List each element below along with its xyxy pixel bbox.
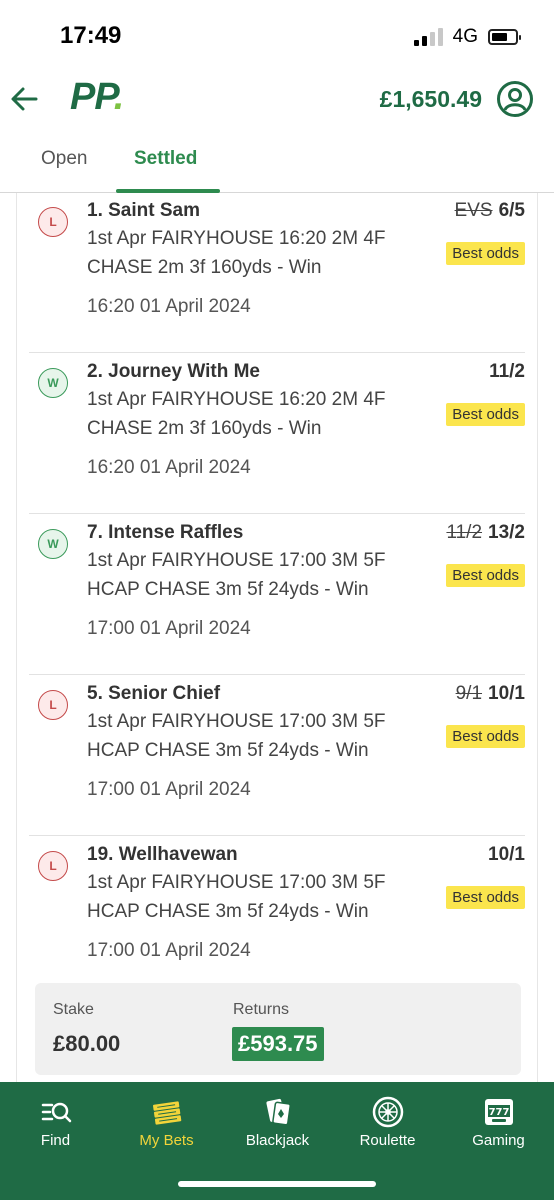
selection-odds: EVS 6/5 (455, 200, 525, 222)
result-badge-lost: L (38, 851, 68, 881)
stake-label: Stake (53, 1001, 94, 1018)
selection-name: 1. Saint Sam (87, 200, 200, 221)
selection-market: HCAP CHASE 3m 5f 24yds - Win (87, 579, 369, 600)
result-badge-lost: L (38, 690, 68, 720)
result-badge-lost: L (38, 207, 68, 237)
nav-label: Find (40, 1132, 71, 1149)
account-button[interactable] (496, 80, 534, 118)
app-header: PP. £1,650.49 (0, 70, 554, 132)
selection-time: 16:20 01 April 2024 (87, 296, 251, 317)
bet-selection: L 19. Wellhavewan 1st Apr FAIRYHOUSE 17:… (29, 837, 525, 997)
nav-label: Blackjack (245, 1132, 310, 1149)
paddy-power-logo[interactable]: PP. (70, 76, 124, 119)
bet-tabs: Open Settled (0, 136, 554, 193)
result-badge-won: W (38, 529, 68, 559)
arrow-left-icon (11, 87, 38, 111)
selection-event: 1st Apr FAIRYHOUSE 16:20 2M 4F (87, 389, 386, 410)
settled-bet-card: L 1. Saint Sam 1st Apr FAIRYHOUSE 16:20 … (16, 193, 538, 1083)
battery-icon (488, 29, 521, 45)
selection-odds: 10/1 (488, 844, 525, 866)
settled-odds: 10/1 (488, 683, 525, 704)
selection-market: HCAP CHASE 3m 5f 24yds - Win (87, 901, 369, 922)
playing-cards-icon (265, 1098, 291, 1126)
bet-selection: L 1. Saint Sam 1st Apr FAIRYHOUSE 16:20 … (29, 193, 525, 353)
selection-market: CHASE 2m 3f 160yds - Win (87, 418, 322, 439)
selection-time: 16:20 01 April 2024 (87, 457, 251, 478)
signal-strength-icon (413, 28, 443, 46)
status-bar: 17:49 4G (0, 0, 554, 70)
selection-name: 19. Wellhavewan (87, 844, 238, 865)
best-odds-badge: Best odds (446, 886, 525, 909)
roulette-wheel-icon (372, 1096, 403, 1128)
account-balance[interactable]: £1,650.49 (380, 86, 482, 113)
tab-open[interactable]: Open (41, 148, 87, 170)
original-odds: 9/1 (455, 683, 483, 704)
best-odds-badge: Best odds (446, 403, 525, 426)
selection-odds: 11/2 13/2 (446, 522, 525, 544)
slot-machine-icon: 777 (484, 1099, 513, 1125)
status-indicators: 4G (413, 26, 521, 48)
settled-odds: 13/2 (488, 522, 525, 543)
stake-value: £80.00 (53, 1031, 121, 1056)
returns-label: Returns (233, 1001, 290, 1018)
home-indicator (178, 1181, 376, 1187)
selection-event: 1st Apr FAIRYHOUSE 17:00 3M 5F (87, 711, 386, 732)
nav-label: My Bets (139, 1132, 194, 1149)
best-odds-badge: Best odds (446, 242, 525, 265)
best-odds-badge: Best odds (446, 564, 525, 587)
selection-name: 2. Journey With Me (87, 361, 260, 382)
bet-selection: W 2. Journey With Me 1st Apr FAIRYHOUSE … (29, 354, 525, 514)
original-odds: EVS (454, 200, 493, 221)
selection-time: 17:00 01 April 2024 (87, 779, 251, 800)
original-odds: 11/2 (446, 522, 483, 543)
selection-name: 5. Senior Chief (87, 683, 221, 704)
bet-selection: L 5. Senior Chief 1st Apr FAIRYHOUSE 17:… (29, 676, 525, 836)
selection-event: 1st Apr FAIRYHOUSE 17:00 3M 5F (87, 872, 386, 893)
selection-time: 17:00 01 April 2024 (87, 618, 251, 639)
selection-odds: 11/2 (489, 361, 525, 383)
selection-event: 1st Apr FAIRYHOUSE 17:00 3M 5F (87, 550, 386, 571)
bet-selection: W 7. Intense Raffles 1st Apr FAIRYHOUSE … (29, 515, 525, 675)
status-time: 17:49 (60, 22, 122, 49)
selection-market: HCAP CHASE 3m 5f 24yds - Win (87, 740, 369, 761)
selection-time: 17:00 01 April 2024 (87, 940, 251, 961)
user-account-icon (497, 81, 533, 117)
selection-event: 1st Apr FAIRYHOUSE 16:20 2M 4F (87, 228, 386, 249)
settled-odds: 11/2 (489, 361, 525, 382)
result-badge-won: W (38, 368, 68, 398)
bet-summary: Stake £80.00 Returns £593.75 (35, 983, 521, 1075)
selection-name: 7. Intense Raffles (87, 522, 244, 543)
network-type: 4G (452, 26, 478, 47)
back-button[interactable] (8, 82, 40, 116)
returns-value: £593.75 (232, 1027, 324, 1061)
nav-label: Gaming (472, 1132, 525, 1149)
tab-settled[interactable]: Settled (134, 148, 197, 170)
selection-market: CHASE 2m 3f 160yds - Win (87, 257, 322, 278)
bet-slips-icon (152, 1101, 181, 1125)
search-list-icon (41, 1102, 71, 1123)
best-odds-badge: Best odds (446, 725, 525, 748)
svg-text:777: 777 (488, 1107, 509, 1118)
settled-odds: 10/1 (488, 844, 525, 865)
selection-odds: 9/1 10/1 (456, 683, 525, 705)
settled-odds: 6/5 (498, 200, 525, 221)
nav-label: Roulette (359, 1132, 416, 1149)
